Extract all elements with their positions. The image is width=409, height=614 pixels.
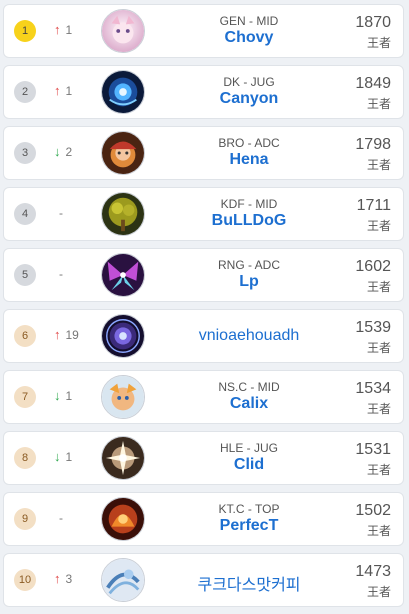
player-row[interactable]: 4 - KDF - MID BuLLDoG 1711 王者 bbox=[3, 187, 404, 241]
player-name[interactable]: 쿠크다스맛커피 bbox=[154, 571, 344, 595]
rank-change-arrow-icon: ↑ bbox=[54, 571, 61, 586]
player-score: 1798 bbox=[355, 136, 391, 153]
player-name[interactable]: Canyon bbox=[154, 90, 344, 108]
team-position: KT.C - TOP bbox=[218, 502, 280, 516]
player-tier: 王者 bbox=[366, 585, 391, 599]
rank-change: ↓ 1 bbox=[54, 449, 72, 464]
rank-badge: 8 bbox=[14, 447, 36, 469]
rank-change: - bbox=[54, 205, 63, 220]
rank-change-value: 1 bbox=[65, 23, 73, 37]
player-name[interactable]: PerfecT bbox=[154, 517, 344, 535]
player-tier: 王者 bbox=[366, 524, 391, 538]
rank-badge: 1 bbox=[14, 20, 36, 42]
rank-badge: 9 bbox=[14, 508, 36, 530]
rank-change: ↓ 2 bbox=[54, 144, 72, 159]
rank-change: - bbox=[54, 510, 63, 525]
player-tier: 王者 bbox=[366, 280, 391, 294]
player-tier: 王者 bbox=[366, 36, 391, 50]
rank-change: ↑ 1 bbox=[54, 83, 72, 98]
player-score: 1473 bbox=[355, 563, 391, 580]
rank-badge: 6 bbox=[14, 325, 36, 347]
rank-change: ↑ 19 bbox=[54, 327, 79, 342]
player-row[interactable]: 2 ↑ 1 DK - JUG Canyon 1849 王者 bbox=[3, 65, 404, 119]
purple-butterfly-avatar-icon[interactable] bbox=[101, 253, 145, 297]
player-row[interactable]: 8 ↓ 1 HLE - JUG Clid 1531 王者 bbox=[3, 431, 404, 485]
rank-change: - bbox=[54, 266, 63, 281]
rank-change-value: 1 bbox=[65, 389, 73, 403]
rank-change-value: 19 bbox=[65, 328, 79, 342]
rank-change-arrow-icon: ↓ bbox=[54, 144, 61, 159]
rank-change-value: 1 bbox=[65, 84, 73, 98]
player-row[interactable]: 9 - KT.C - TOP PerfecT 1502 王者 bbox=[3, 492, 404, 546]
player-tier: 王者 bbox=[366, 97, 391, 111]
rank-change-value: - bbox=[59, 267, 63, 281]
player-row[interactable]: 6 ↑ 19 vnioaehouadh 1539 王者 bbox=[3, 309, 404, 363]
rank-change-value: 1 bbox=[65, 450, 73, 464]
rank-badge: 4 bbox=[14, 203, 36, 225]
rank-badge: 10 bbox=[14, 569, 36, 591]
player-score: 1602 bbox=[355, 258, 391, 275]
rank-change-arrow-icon: ↓ bbox=[54, 449, 61, 464]
player-tier: 王者 bbox=[366, 158, 391, 172]
player-score: 1539 bbox=[355, 319, 391, 336]
player-tier: 王者 bbox=[366, 341, 391, 355]
rank-change: ↓ 1 bbox=[54, 388, 72, 403]
player-score: 1849 bbox=[355, 75, 391, 92]
rank-change: ↑ 1 bbox=[54, 22, 72, 37]
team-position: NS.C - MID bbox=[218, 380, 280, 394]
player-row[interactable]: 10 ↑ 3 쿠크다스맛커피 1473 王者 bbox=[3, 553, 404, 607]
player-tier: 王者 bbox=[366, 463, 391, 477]
player-name[interactable]: Calix bbox=[154, 395, 344, 413]
ice-wind-avatar-icon[interactable] bbox=[101, 558, 145, 602]
rank-change-value: 3 bbox=[65, 572, 73, 586]
rank-change-arrow-icon: ↑ bbox=[54, 327, 61, 342]
rank-change-value: - bbox=[59, 511, 63, 525]
orange-champion-avatar-icon[interactable] bbox=[101, 131, 145, 175]
team-position: BRO - ADC bbox=[218, 136, 280, 150]
team-position: GEN - MID bbox=[219, 14, 279, 28]
player-score: 1711 bbox=[356, 197, 391, 214]
player-score: 1870 bbox=[355, 14, 391, 31]
player-row[interactable]: 1 ↑ 1 GEN - MID Chovy 1870 王者 bbox=[3, 4, 404, 58]
rank-badge: 5 bbox=[14, 264, 36, 286]
rank-change-arrow-icon: ↑ bbox=[54, 83, 61, 98]
yordle-avatar-icon[interactable] bbox=[101, 375, 145, 419]
rank-badge: 3 bbox=[14, 142, 36, 164]
leaderboard-list: 1 ↑ 1 GEN - MID Chovy 1870 王者 2 ↑ 1 DK - J… bbox=[0, 0, 409, 614]
blue-spirit-avatar-icon[interactable] bbox=[101, 70, 145, 114]
player-name[interactable]: BuLLDoG bbox=[154, 212, 344, 230]
rank-badge: 2 bbox=[14, 81, 36, 103]
team-position: HLE - JUG bbox=[219, 441, 278, 455]
team-position: DK - JUG bbox=[223, 75, 275, 89]
golden-tree-avatar-icon[interactable] bbox=[101, 192, 145, 236]
player-name[interactable]: vnioaehouadh bbox=[154, 327, 344, 345]
player-name[interactable]: Clid bbox=[154, 456, 344, 474]
player-row[interactable]: 7 ↓ 1 NS.C - MID Calix 1534 王者 bbox=[3, 370, 404, 424]
player-name[interactable]: Hena bbox=[154, 151, 344, 169]
player-name[interactable]: Lp bbox=[154, 273, 344, 291]
team-position: KDF - MID bbox=[220, 197, 278, 211]
player-name[interactable]: Chovy bbox=[154, 29, 344, 47]
player-score: 1502 bbox=[355, 502, 391, 519]
player-row[interactable]: 5 - RNG - ADC Lp 1602 王者 bbox=[3, 248, 404, 302]
rank-change-value: 2 bbox=[65, 145, 73, 159]
rank-change-arrow-icon: ↑ bbox=[54, 22, 61, 37]
light-burst-avatar-icon[interactable] bbox=[101, 436, 145, 480]
rank-change-value: - bbox=[59, 206, 63, 220]
player-tier: 王者 bbox=[366, 219, 391, 233]
rank-badge: 7 bbox=[14, 386, 36, 408]
rank-change-arrow-icon: ↓ bbox=[54, 388, 61, 403]
team-position: RNG - ADC bbox=[217, 258, 280, 272]
player-tier: 王者 bbox=[366, 402, 391, 416]
player-score: 1531 bbox=[355, 441, 391, 458]
rank-change: ↑ 3 bbox=[54, 571, 72, 586]
fire-champion-avatar-icon[interactable] bbox=[101, 497, 145, 541]
white-creature-avatar-icon[interactable] bbox=[101, 9, 145, 53]
player-row[interactable]: 3 ↓ 2 BRO - ADC Hena 1798 王者 bbox=[3, 126, 404, 180]
cosmic-orb-avatar-icon[interactable] bbox=[101, 314, 145, 358]
player-score: 1534 bbox=[355, 380, 391, 397]
